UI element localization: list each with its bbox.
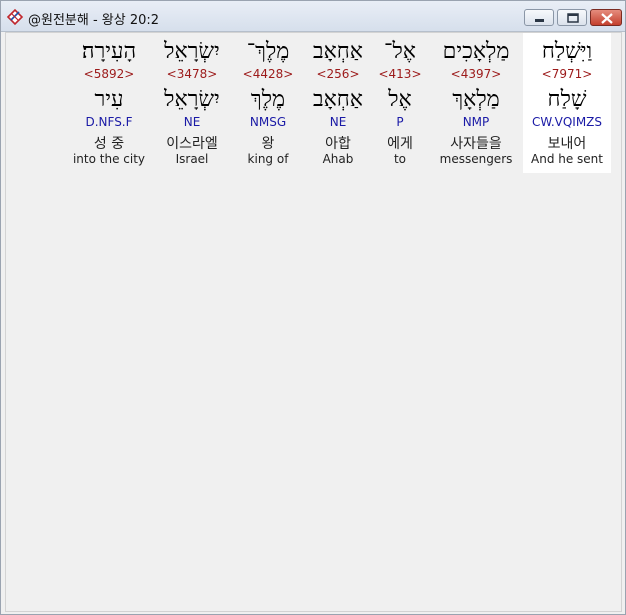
hebrew-root: מֶלֶךְ: [250, 87, 286, 112]
minimize-button[interactable]: [524, 9, 554, 26]
minimize-icon: [535, 19, 544, 22]
korean-gloss: 이스라엘: [166, 136, 218, 152]
hebrew-root: אֶל: [388, 87, 412, 112]
parse-code: NMSG: [249, 115, 287, 129]
parse-code: NMP: [462, 115, 490, 129]
hebrew-word: אֶל־: [384, 39, 416, 64]
korean-gloss: 보내어: [547, 136, 587, 152]
parse-code: NE: [329, 115, 347, 129]
maximize-button[interactable]: [557, 9, 587, 26]
hebrew-word: וַיִּשְׁלַח: [541, 39, 593, 64]
parse-code: D.NFS.F: [85, 115, 133, 129]
korean-gloss: 아합: [325, 136, 351, 152]
english-gloss: messengers: [439, 152, 513, 166]
strong-number[interactable]: <4428>: [234, 67, 302, 81]
korean-gloss: 왕: [261, 136, 275, 152]
hebrew-root: מַלְאָךְ: [452, 87, 500, 112]
hebrew-root: עִיר: [94, 87, 124, 112]
title-bar[interactable]: @원전분해 - 왕상 20:2: [1, 1, 625, 32]
korean-gloss: 성 중: [93, 136, 125, 152]
parse-code: NE: [183, 115, 201, 129]
hebrew-word: מֶלֶךְ־: [246, 39, 290, 64]
hebrew-word: אַחְאָב: [312, 39, 364, 64]
hebrew-word: הָעִירָה׃: [81, 39, 137, 64]
english-gloss: Ahab: [322, 152, 354, 166]
interlinear-panel: וַיִּשְׁלַח <7971> שָׁלַח CW.VQIMZS 보내어 …: [5, 32, 622, 612]
parse-code: P: [396, 115, 404, 129]
strong-number[interactable]: <7971>: [523, 67, 611, 81]
hebrew-root: יִשְׂרָאֵל: [164, 87, 220, 112]
english-gloss: king of: [247, 152, 289, 166]
hebrew-root: שָׁלַח: [547, 87, 587, 112]
close-button[interactable]: [590, 9, 622, 26]
strong-number[interactable]: <3478>: [153, 67, 231, 81]
parse-code: CW.VQIMZS: [531, 115, 603, 129]
window-title: @원전분해 - 왕상 20:2: [28, 13, 160, 28]
strong-number[interactable]: <4397>: [432, 67, 520, 81]
hebrew-root: אַחְאָב: [312, 87, 364, 112]
strong-number[interactable]: <413>: [371, 67, 429, 81]
app-window: @원전분해 - 왕상 20:2 וַיִּשְׁלַח <7971> שָׁלַ…: [0, 0, 626, 615]
strong-number[interactable]: <5892>: [69, 67, 149, 81]
korean-gloss: 에게: [387, 136, 413, 152]
hebrew-word: מַלְאָכִים: [442, 39, 510, 64]
hebrew-word: יִשְׂרָאֵל: [164, 39, 220, 64]
close-icon: [601, 13, 613, 24]
strong-number[interactable]: <256>: [306, 67, 370, 81]
english-gloss: to: [393, 152, 407, 166]
maximize-icon: [567, 13, 579, 23]
english-gloss: into the city: [72, 152, 146, 166]
korean-gloss: 사자들을: [450, 136, 502, 152]
app-logo-icon: [6, 8, 24, 26]
english-gloss: And he sent: [531, 152, 603, 166]
english-gloss: Israel: [175, 152, 209, 166]
